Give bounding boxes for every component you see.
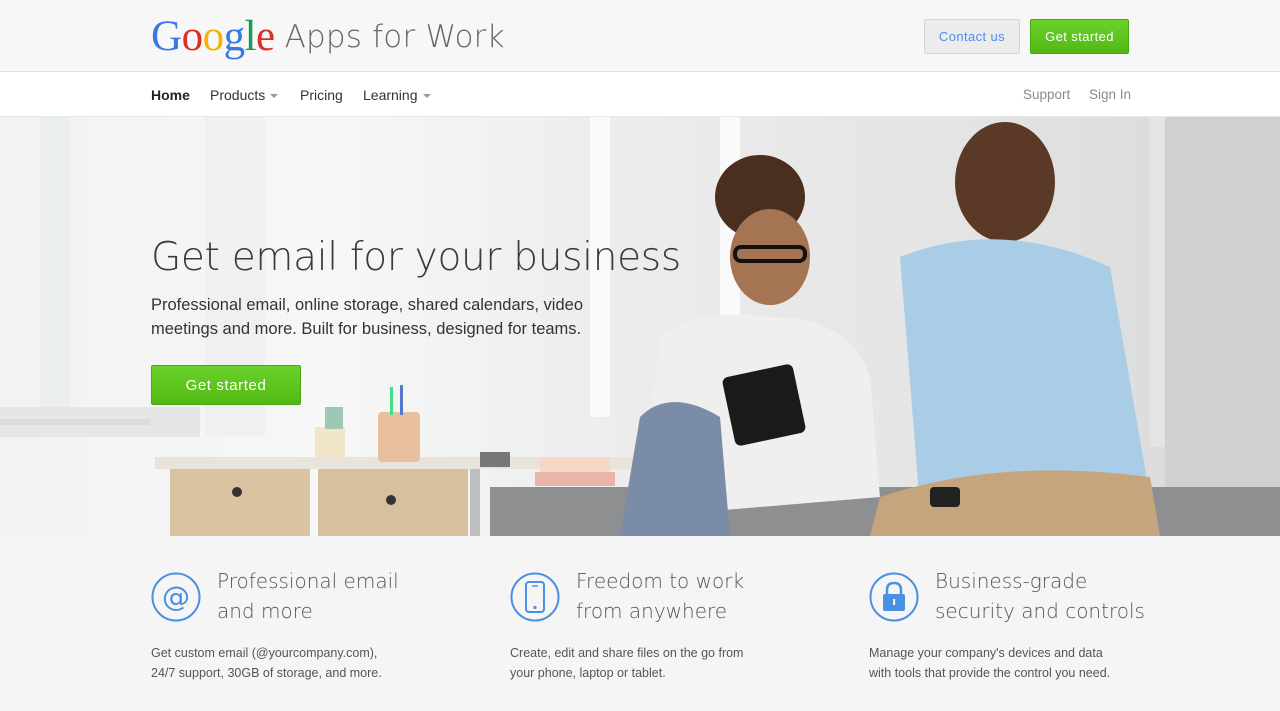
nav-sign-in-link[interactable]: Sign In (1089, 72, 1131, 117)
at-sign-icon: @ (151, 572, 201, 622)
google-wordmark: Google (151, 14, 275, 60)
nav-products[interactable]: Products (210, 72, 279, 117)
feature-title: Freedom to work from anywhere (576, 569, 745, 623)
svg-text:@: @ (162, 580, 190, 613)
google-apps-logo[interactable]: Google Apps for Work (151, 14, 505, 60)
hero-get-started-button[interactable]: Get started (151, 365, 301, 405)
nav-pricing-label: Pricing (300, 86, 343, 103)
logo-letter: o (202, 13, 225, 60)
hero-subtitle: Professional email, online storage, shar… (151, 296, 583, 338)
smartphone-icon (510, 572, 560, 622)
feature-title: Business-grade security and controls (935, 569, 1145, 623)
lock-icon (869, 572, 919, 622)
logo-letter: e (256, 13, 275, 60)
main-nav: Home Products Pricing Learning Support S… (0, 72, 1280, 117)
caret-down-icon (270, 93, 279, 98)
nav-learning[interactable]: Learning (363, 72, 431, 117)
nav-home[interactable]: Home (151, 72, 190, 117)
hero-banner: Get email for your business Professional… (0, 117, 1280, 536)
hero-title: Get email for your business (151, 235, 681, 280)
feature-description: Create, edit and share files on the go f… (510, 646, 744, 680)
logo-letter: l (244, 13, 257, 60)
nav-home-label: Home (151, 86, 190, 103)
top-bar: Google Apps for Work Contact us Get star… (0, 0, 1280, 72)
feature-title: Professional email and more (217, 569, 399, 623)
feature-description: Get custom email (@yourcompany.com), 24/… (151, 646, 382, 680)
logo-letter: o (181, 13, 204, 60)
product-name: Apps for Work (284, 19, 505, 55)
contact-us-button[interactable]: Contact us (924, 19, 1020, 54)
logo-letter: G (151, 13, 182, 60)
features-section: @ Professional email and more Get custom… (0, 536, 1280, 711)
nav-learning-label: Learning (363, 86, 418, 103)
header-get-started-button[interactable]: Get started (1030, 19, 1129, 54)
caret-down-icon (422, 93, 431, 98)
logo-letter: g (223, 13, 246, 60)
nav-support-link[interactable]: Support (1023, 72, 1070, 117)
nav-pricing[interactable]: Pricing (300, 72, 343, 117)
nav-products-label: Products (210, 86, 266, 103)
feature-description: Manage your company's devices and data w… (869, 646, 1111, 680)
